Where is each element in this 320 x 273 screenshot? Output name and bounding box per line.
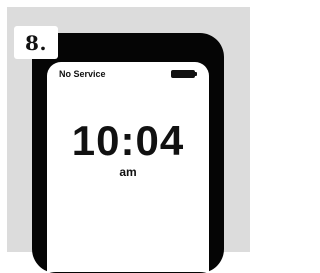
lock-screen-time: 10:04 xyxy=(71,117,185,164)
phone-lock-screen: No Service 10:04 am xyxy=(47,62,209,272)
lock-screen-meridiem: am xyxy=(119,165,137,179)
carrier-status: No Service xyxy=(59,69,106,79)
step-badge: 8. xyxy=(14,26,58,59)
battery-terminal xyxy=(195,72,197,76)
step-number: 8. xyxy=(25,30,47,55)
battery-full-icon xyxy=(171,70,195,78)
